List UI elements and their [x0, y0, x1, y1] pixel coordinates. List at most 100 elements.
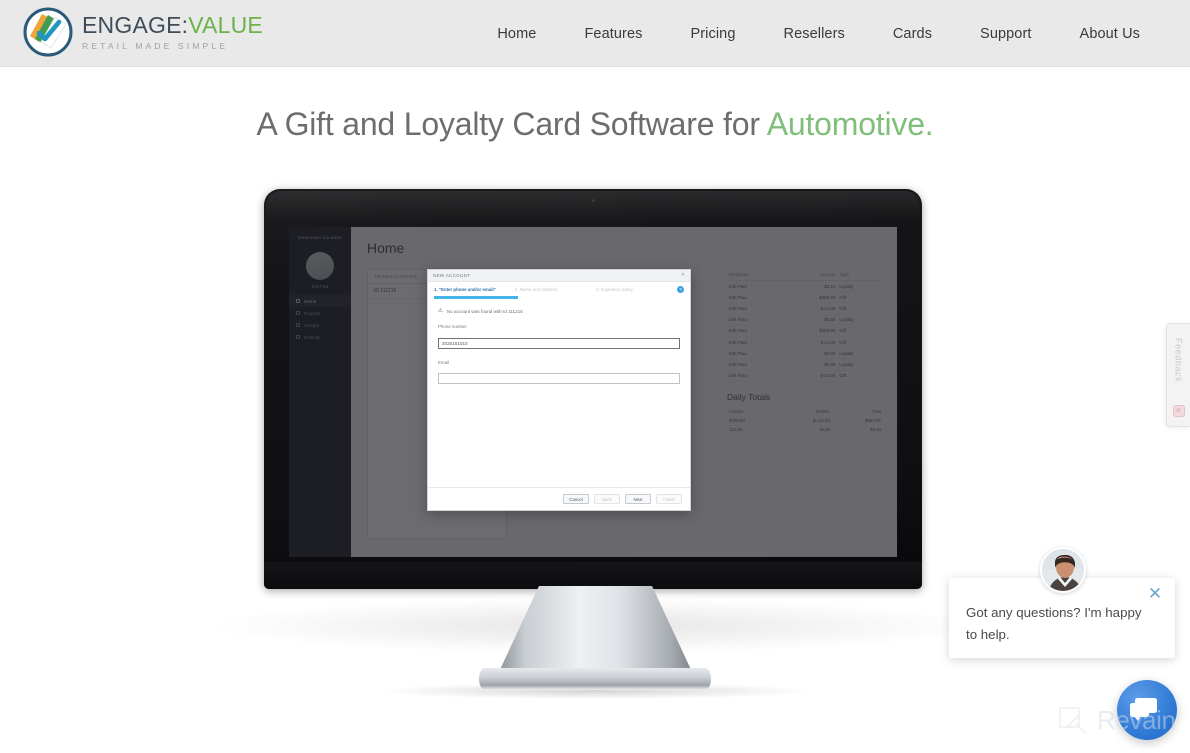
phone-number-field-group: Phone number — [438, 324, 680, 350]
next-button[interactable]: Next — [625, 494, 651, 504]
app-screenshot: Downtown Location Erik Paul Home Reports — [289, 227, 897, 557]
column-amount: Amount — [786, 269, 838, 281]
sidebar-user-name: Erik Paul — [311, 284, 329, 289]
table-row[interactable]: Erik Paul $5.00 Loyalty — [727, 314, 883, 326]
cell-amount: $-12.00 — [786, 370, 838, 382]
step-2-name-address[interactable]: 2. Name and Address — [515, 287, 596, 292]
nav-item-features[interactable]: Features — [560, 26, 666, 42]
smiley-face-icon: ☺ — [1172, 405, 1185, 417]
sidebar-item-label: Settings — [304, 334, 321, 340]
table-row: $700.00 $-112.33 $587.67 — [727, 416, 883, 425]
daily-totals-head: Credits: Debits: Total — [727, 407, 883, 416]
cell-debits: $-112.33 — [812, 417, 830, 423]
table-row[interactable]: Erik Paul $-12.00 Gift — [727, 370, 883, 382]
app-sidebar: Downtown Location Erik Paul Home Reports — [289, 227, 351, 557]
table-row[interactable]: Erik Paul $200.00 Gift — [727, 325, 883, 337]
sidebar-item-label: Reports — [304, 310, 321, 316]
back-button: Back — [594, 494, 620, 504]
monitor-mockup: Downtown Location Erik Paul Home Reports — [264, 189, 922, 589]
cell-amount: $200.00 — [786, 291, 838, 304]
modal-title: NEW ACCOUNT — [433, 273, 471, 278]
cell-type: Gift — [837, 370, 883, 382]
logo-title: ENGAGE:VALUE — [82, 11, 263, 38]
table-header-row: Employee Amount Type — [727, 269, 883, 281]
step-1-enter-phone-email[interactable]: 1. "Enter phone and/or email" — [434, 287, 515, 292]
cancel-button[interactable]: Cancel — [563, 494, 589, 504]
table-row[interactable]: Erik Paul $-12.00 Gift — [727, 302, 883, 315]
email-field-group: Email — [438, 360, 680, 386]
site-logo[interactable]: ENGAGE:VALUE RETAIL MADE SIMPLE — [22, 6, 263, 58]
employee-table-head: Employee Amount Type — [727, 269, 883, 281]
phone-number-input[interactable] — [438, 337, 680, 349]
daily-totals-body: $700.00 $-112.33 $587.67 112.33 16.00 96… — [727, 416, 883, 434]
finish-button: Finish — [656, 494, 682, 504]
cell-employee: Erik Paul — [727, 325, 787, 337]
headline-main: A Gift and Loyalty Card Software for — [256, 106, 760, 142]
cell-employee: Erik Paul — [727, 347, 787, 360]
close-icon[interactable]: ✕ — [1147, 585, 1163, 602]
reports-icon — [296, 311, 300, 315]
site-header: ENGAGE:VALUE RETAIL MADE SIMPLE Home Fea… — [0, 0, 1190, 67]
modal-steps: 1. "Enter phone and/or email" 2. Name an… — [428, 282, 690, 300]
sidebar-item-label: Groups — [304, 322, 320, 328]
column-credits: Credits: — [729, 408, 745, 414]
daily-totals-panel: Daily Totals Credits: Debits: Total $700… — [727, 392, 883, 434]
monitor-gloss — [266, 191, 920, 221]
cell-type: Gift — [837, 336, 883, 349]
nav-item-home[interactable]: Home — [473, 26, 560, 42]
cell-type: Gift — [837, 302, 883, 315]
settings-icon — [296, 335, 300, 339]
sidebar-item-settings[interactable]: Settings — [289, 331, 351, 343]
headline-accent: Automotive. — [766, 106, 934, 142]
nav-item-cards[interactable]: Cards — [869, 26, 956, 42]
new-account-modal: NEW ACCOUNT ✕ 1. "Enter phone and/or ema… — [427, 269, 691, 511]
column-total: Total — [871, 408, 881, 414]
sidebar-item-groups[interactable]: Groups — [289, 319, 351, 331]
cell-credits: 112.33 — [729, 426, 743, 432]
revain-logo-icon — [1058, 706, 1088, 736]
main-navigation: Home Features Pricing Resellers Cards Su… — [473, 0, 1190, 67]
modal-footer: Cancel Back Next Finish — [428, 487, 690, 510]
nav-item-support[interactable]: Support — [956, 26, 1056, 42]
table-row[interactable]: Erik Paul $-12.00 Gift — [727, 336, 883, 349]
sidebar-avatar — [306, 252, 334, 280]
cell-amount: $2.10 — [786, 280, 838, 293]
table-row[interactable]: Erik Paul $200.00 Gift — [727, 291, 883, 304]
monitor-camera-icon — [591, 199, 595, 202]
nav-item-resellers[interactable]: Resellers — [760, 26, 869, 42]
sidebar-item-reports[interactable]: Reports — [289, 307, 351, 319]
table-row[interactable]: Erik Paul $2.10 Loyalty — [727, 280, 883, 293]
warning-icon: ⚠ — [438, 308, 443, 314]
table-header-row: Credits: Debits: Total — [727, 407, 883, 416]
groups-icon — [296, 323, 300, 327]
help-icon[interactable]: ? — [677, 286, 684, 293]
feedback-tab[interactable]: Feedback ☺ — [1166, 323, 1190, 427]
sidebar-location: Downtown Location — [298, 235, 342, 240]
monitor-chin — [264, 562, 922, 589]
alert-text: No account was found with Id 111216 — [446, 309, 523, 315]
nav-item-about-us[interactable]: About Us — [1056, 26, 1164, 42]
nav-item-pricing[interactable]: Pricing — [666, 26, 759, 42]
cell-employee: Erik Paul — [727, 302, 787, 315]
cell-type: Loyalty — [837, 358, 883, 371]
email-input[interactable] — [438, 373, 680, 385]
close-icon[interactable]: ✕ — [681, 273, 685, 278]
employee-table: Employee Amount Type Erik Paul $2.10 Loy… — [727, 269, 883, 382]
table-row[interactable]: Erik Paul $5.00 Loyalty — [727, 358, 883, 371]
home-icon — [296, 299, 300, 303]
smiley-face-glyph: ☺ — [1175, 408, 1182, 414]
step-3-expiration-policy[interactable]: 3. Expiration policy — [596, 287, 677, 292]
step-progress-bar — [434, 296, 518, 300]
feedback-tab-label: Feedback — [1173, 338, 1184, 383]
cell-employee: Erik Paul — [727, 370, 787, 382]
chat-message: Got any questions? I'm happy to help. — [966, 605, 1142, 642]
column-type: Type — [837, 269, 883, 281]
logo-title-green: VALUE — [188, 11, 263, 38]
page-root: ENGAGE:VALUE RETAIL MADE SIMPLE Home Fea… — [0, 0, 1190, 753]
table-row[interactable]: Erik Paul $3.00 Loyalty — [727, 347, 883, 360]
cell-amount: $5.00 — [786, 358, 838, 371]
sidebar-item-home[interactable]: Home — [289, 295, 351, 307]
cell-amount: $5.00 — [786, 314, 838, 326]
sidebar-menu: Home Reports Groups Settings — [289, 295, 351, 343]
no-account-alert: ⚠ No account was found with Id 111216 — [438, 308, 680, 315]
